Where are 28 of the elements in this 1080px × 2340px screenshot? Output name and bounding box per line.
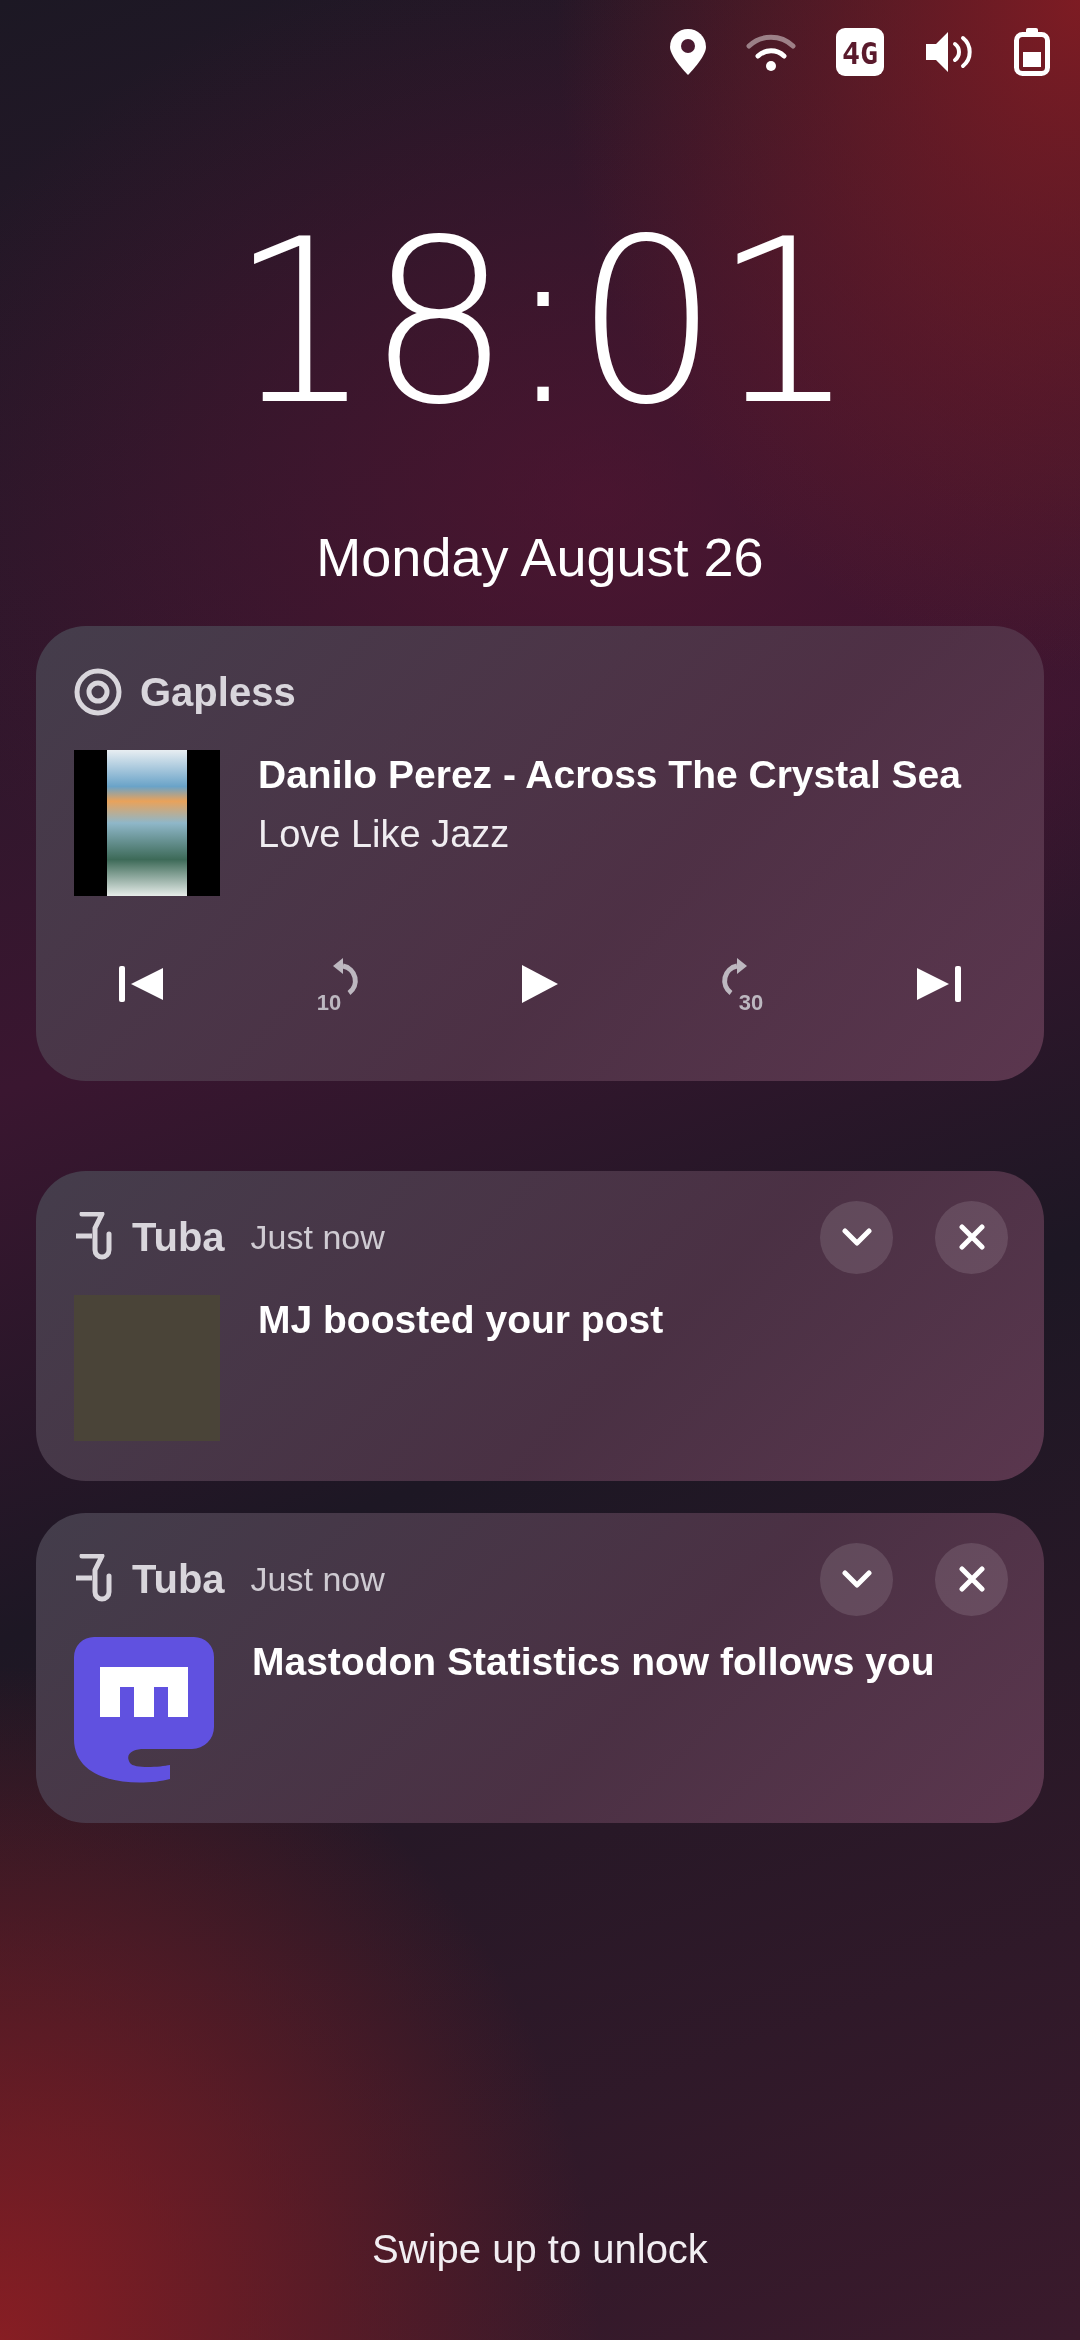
wifi-icon bbox=[746, 32, 796, 72]
clock-time: 18:01 bbox=[229, 210, 851, 436]
play-icon bbox=[520, 962, 560, 1006]
unlock-hint: Swipe up to unlock bbox=[372, 2227, 708, 2272]
close-icon bbox=[958, 1566, 985, 1592]
notification-text: Mastodon Statistics now follows you bbox=[252, 1639, 935, 1685]
speech-bubble-logo-icon bbox=[74, 1637, 214, 1783]
location-icon bbox=[670, 29, 706, 75]
chevron-down-icon bbox=[841, 1570, 872, 1588]
app-name: Tuba bbox=[132, 1214, 225, 1260]
notification-text: MJ boosted your post bbox=[258, 1297, 664, 1343]
track-title: Danilo Perez - Across The Crystal Sea bbox=[258, 752, 961, 798]
skip-previous-icon bbox=[119, 964, 165, 1004]
app-name: Tuba bbox=[132, 1556, 225, 1602]
disc-icon bbox=[74, 668, 122, 716]
app-name: Gapless bbox=[140, 669, 296, 715]
close-icon bbox=[958, 1224, 985, 1250]
track-album: Love Like Jazz bbox=[258, 812, 511, 856]
battery-icon bbox=[1014, 28, 1050, 76]
volume-icon bbox=[924, 30, 974, 74]
rewind-button[interactable]: 10 bbox=[311, 954, 371, 1014]
chevron-down-icon bbox=[841, 1228, 872, 1246]
date-label: Monday August 26 bbox=[316, 526, 764, 588]
forward-button[interactable]: 30 bbox=[709, 954, 769, 1014]
notification-time: Just now bbox=[250, 1217, 385, 1257]
notification-time: Just now bbox=[250, 1559, 385, 1599]
skip-next-icon bbox=[915, 964, 961, 1004]
network-icon: 4G bbox=[836, 28, 884, 76]
